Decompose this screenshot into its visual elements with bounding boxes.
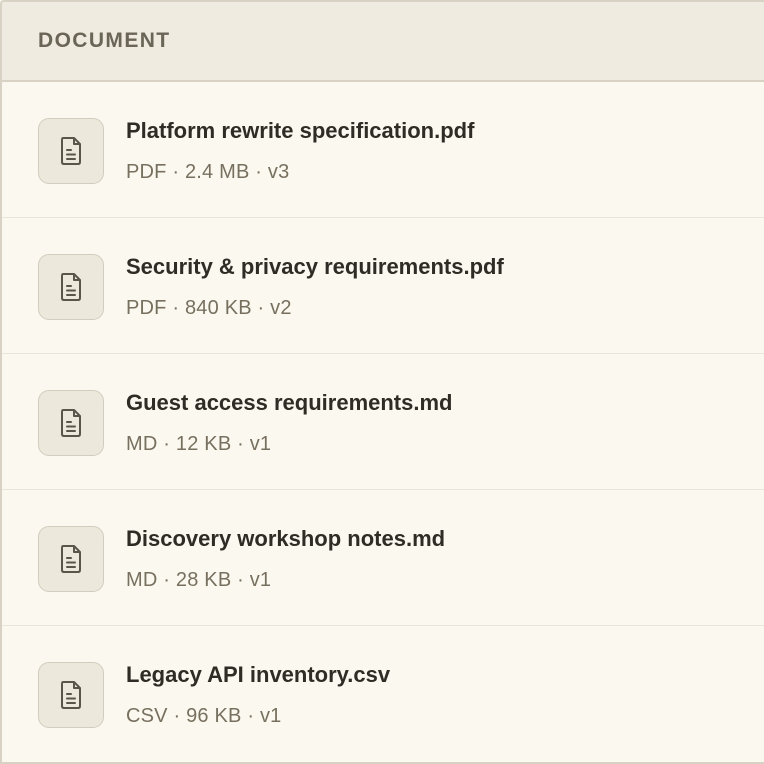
document-name[interactable]: Security & privacy requirements.pdf bbox=[126, 254, 504, 280]
document-icon bbox=[38, 390, 104, 456]
document-row[interactable]: Legacy API inventory.csv CSV · 96 KB · v… bbox=[2, 626, 764, 762]
document-row[interactable]: Platform rewrite specification.pdf PDF ·… bbox=[2, 82, 764, 218]
document-table: DOCUMENT Platform rewrite specification.… bbox=[0, 0, 764, 764]
document-icon bbox=[38, 662, 104, 728]
document-icon bbox=[38, 254, 104, 320]
document-meta: MD · 28 KB · v1 bbox=[126, 569, 272, 591]
document-text: Guest access requirements.md MD · 12 KB … bbox=[126, 390, 452, 456]
document-text: Platform rewrite specification.pdf PDF ·… bbox=[126, 118, 474, 184]
document-meta: CSV · 96 KB · v1 bbox=[126, 705, 282, 727]
document-text: Discovery workshop notes.md MD · 28 KB ·… bbox=[126, 526, 445, 592]
document-name[interactable]: Legacy API inventory.csv bbox=[126, 662, 390, 688]
document-icon bbox=[38, 526, 104, 592]
document-name[interactable]: Guest access requirements.md bbox=[126, 390, 452, 416]
document-row[interactable]: Security & privacy requirements.pdf PDF … bbox=[2, 218, 764, 354]
document-meta: PDF · 2.4 MB · v3 bbox=[126, 161, 290, 183]
document-text: Legacy API inventory.csv CSV · 96 KB · v… bbox=[126, 662, 390, 728]
document-icon bbox=[38, 118, 104, 184]
document-row[interactable]: Discovery workshop notes.md MD · 28 KB ·… bbox=[2, 490, 764, 626]
document-name[interactable]: Discovery workshop notes.md bbox=[126, 526, 445, 552]
table-header: DOCUMENT bbox=[2, 2, 764, 82]
column-header-document: DOCUMENT bbox=[38, 29, 171, 52]
document-text: Security & privacy requirements.pdf PDF … bbox=[126, 254, 504, 320]
document-name[interactable]: Platform rewrite specification.pdf bbox=[126, 118, 474, 144]
document-row[interactable]: Guest access requirements.md MD · 12 KB … bbox=[2, 354, 764, 490]
document-meta: PDF · 840 KB · v2 bbox=[126, 297, 292, 319]
document-meta: MD · 12 KB · v1 bbox=[126, 433, 272, 455]
